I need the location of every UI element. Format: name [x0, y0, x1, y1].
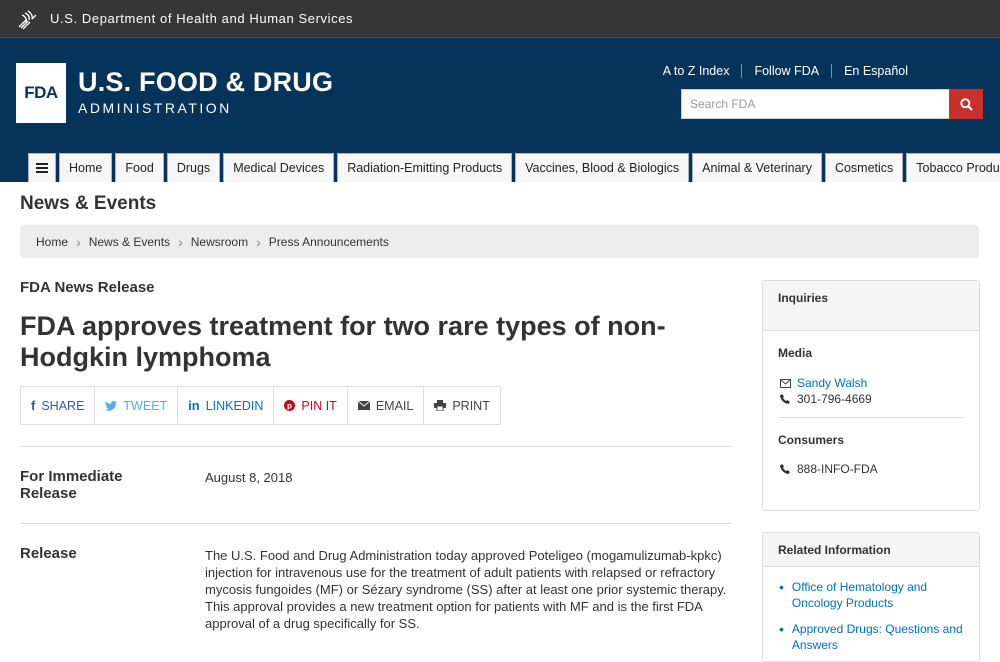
site-header: FDA U.S. FOOD & DRUG ADMINISTRATION A to… [0, 38, 1000, 182]
release-body-text: The U.S. Food and Drug Administration to… [205, 548, 727, 631]
share-print-label: PRINT [452, 398, 490, 413]
divider [778, 417, 964, 418]
list-item[interactable]: • Office of Hematology and Oncology Prod… [779, 579, 964, 611]
related-link-approved-drugs-qa[interactable]: Approved Drugs: Questions and Answers [792, 621, 964, 653]
main-nav: Home Food Drugs Medical Devices Radiatio… [28, 153, 1000, 182]
share-print-button[interactable]: PRINT [423, 387, 500, 424]
fda-logo-mark: FDA [24, 83, 58, 102]
hhs-link[interactable]: U.S. Department of Health and Human Serv… [50, 11, 353, 26]
release-date: August 8, 2018 [205, 470, 293, 485]
nav-tab-home[interactable]: Home [59, 153, 113, 182]
hhs-bar: U.S. Department of Health and Human Serv… [0, 0, 1000, 38]
chevron-right-icon: › [178, 233, 183, 250]
hamburger-menu-icon [36, 163, 48, 173]
media-phone: 301-796-4669 [797, 392, 872, 406]
share-twitter-button[interactable]: TWEET [94, 387, 177, 424]
a-to-z-index-link[interactable]: A to Z Index [651, 64, 742, 78]
section-title: News & Events [20, 193, 157, 214]
svg-text:p: p [287, 401, 292, 410]
logo-subtitle[interactable]: ADMINISTRATION [78, 100, 232, 116]
nav-tab-cosmetics[interactable]: Cosmetics [824, 153, 904, 182]
nav-tab-vaccines-blood-biologics[interactable]: Vaccines, Blood & Biologics [515, 153, 690, 182]
bullet-icon: • [779, 579, 784, 595]
article-headline: FDA approves treatment for two rare type… [20, 311, 666, 372]
share-bar: f SHARE TWEET in LINKEDIN p PIN IT EMAIL… [20, 386, 501, 425]
nav-tab-radiation-emitting-products[interactable]: Radiation-Emitting Products [337, 153, 513, 182]
search-icon [959, 97, 973, 111]
nav-tab-animal-veterinary[interactable]: Animal & Veterinary [692, 153, 822, 182]
share-email-button[interactable]: EMAIL [346, 387, 424, 424]
envelope-outline-icon [779, 378, 791, 388]
chevron-right-icon: › [256, 233, 261, 250]
divider [20, 446, 732, 447]
media-contact-link[interactable]: Sandy Walsh [797, 376, 867, 390]
pinterest-icon: p [284, 400, 296, 411]
share-facebook-button[interactable]: f SHARE [21, 387, 94, 424]
share-facebook-label: SHARE [41, 398, 85, 413]
phone-icon [779, 464, 791, 474]
share-pinterest-button[interactable]: p PIN IT [273, 387, 346, 424]
media-contact-row: Sandy Walsh [779, 375, 979, 391]
menu-button[interactable] [28, 153, 56, 182]
nav-tab-tobacco-products[interactable]: Tobacco Products [906, 153, 1000, 182]
linkedin-icon: in [188, 398, 200, 413]
article-kicker: FDA News Release [20, 279, 155, 296]
breadcrumb: Home › News & Events › Newsroom › Press … [20, 225, 979, 258]
en-espanol-link[interactable]: En Español [831, 64, 920, 78]
logo-title[interactable]: U.S. FOOD & DRUG [78, 67, 333, 98]
printer-icon [434, 400, 447, 411]
facebook-icon: f [31, 398, 36, 413]
search-form [681, 89, 983, 119]
bullet-icon: • [779, 621, 784, 637]
share-pinterest-label: PIN IT [301, 398, 337, 413]
related-info-title: Related Information [763, 533, 979, 567]
breadcrumb-press-announcements[interactable]: Press Announcements [269, 235, 389, 249]
inquiries-title: Inquiries [763, 281, 979, 331]
twitter-icon [105, 400, 118, 411]
nav-tab-food[interactable]: Food [115, 153, 164, 182]
media-label: Media [778, 346, 813, 360]
share-linkedin-label: LINKEDIN [205, 398, 264, 413]
immediate-release-label: For Immediate Release [20, 468, 123, 502]
breadcrumb-home[interactable]: Home [36, 235, 68, 249]
fda-logo[interactable]: FDA [16, 63, 66, 123]
consumers-phone-row: 888-INFO-FDA [779, 461, 979, 477]
divider [20, 523, 732, 524]
related-link-hematology-oncology[interactable]: Office of Hematology and Oncology Produc… [792, 579, 964, 611]
share-email-label: EMAIL [375, 398, 414, 413]
search-button[interactable] [949, 89, 983, 119]
consumers-phone: 888-INFO-FDA [797, 462, 878, 476]
envelope-icon [357, 401, 370, 410]
follow-fda-link[interactable]: Follow FDA [741, 64, 831, 78]
share-twitter-label: TWEET [123, 398, 168, 413]
search-input[interactable] [681, 89, 949, 119]
breadcrumb-newsroom[interactable]: Newsroom [191, 235, 248, 249]
consumers-label: Consumers [778, 433, 845, 447]
nav-tab-medical-devices[interactable]: Medical Devices [223, 153, 335, 182]
media-phone-row: 301-796-4669 [779, 391, 979, 407]
related-info-box: Related Information • Office of Hematolo… [762, 532, 980, 662]
nav-tab-drugs[interactable]: Drugs [166, 153, 221, 182]
list-item[interactable]: • Approved Drugs: Questions and Answers [779, 621, 964, 653]
hhs-eagle-icon[interactable] [16, 7, 40, 31]
utility-links: A to Z Index Follow FDA En Español [651, 64, 920, 78]
related-info-list: • Office of Hematology and Oncology Prod… [763, 567, 979, 653]
share-linkedin-button[interactable]: in LINKEDIN [177, 387, 273, 424]
phone-icon [779, 394, 791, 404]
breadcrumb-news-events[interactable]: News & Events [89, 235, 170, 249]
release-label: Release [20, 545, 77, 562]
inquiries-box: Inquiries Media Sandy Walsh 301-796-4669… [762, 280, 980, 511]
chevron-right-icon: › [76, 233, 81, 250]
